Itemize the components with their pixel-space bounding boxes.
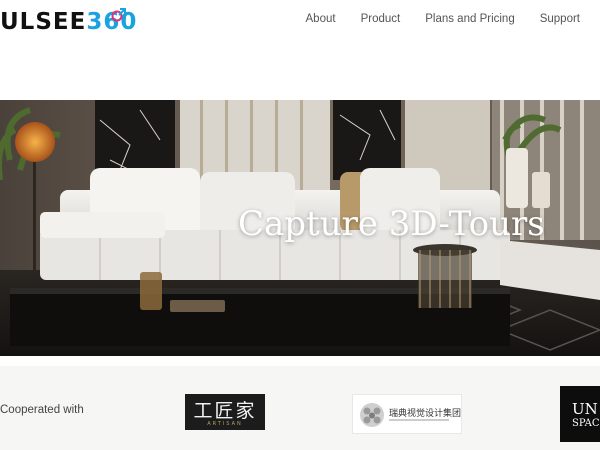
partner-logo-design-group-text: 瑞典视觉设计集团	[389, 409, 462, 419]
nav-about[interactable]: About	[306, 13, 336, 25]
partner-logo-unspace[interactable]: UN SPAC	[560, 386, 600, 442]
nav-plans-pricing[interactable]: Plans and Pricing	[425, 13, 515, 25]
nav-support[interactable]: Support	[540, 13, 580, 25]
partner-logo-artisan[interactable]: 工匠家 ARTISAN	[185, 394, 265, 430]
partner-logo-unspace-line1: UN	[572, 400, 598, 418]
brand-logo[interactable]: ULSEE 360	[0, 8, 137, 36]
nav-product[interactable]: Product	[361, 13, 401, 25]
partner-logo-unspace-line2: SPAC	[572, 418, 600, 429]
hero-banner: Capture 3D-Tours	[0, 100, 600, 356]
site-header: ULSEE 360 About Product Plans and Pricing…	[0, 0, 600, 44]
partners-strip: Cooperated with 工匠家 ARTISAN 瑞典视觉设计集团 UN …	[0, 366, 600, 450]
logo-orbit-icon	[111, 8, 126, 22]
main-nav: About Product Plans and Pricing Support	[281, 13, 580, 25]
partner-logo-design-group-tagline-line	[389, 419, 449, 421]
partner-logo-artisan-text: 工匠家	[193, 400, 257, 422]
cooperated-with-label: Cooperated with	[0, 404, 84, 416]
logo-text: ULSEE	[0, 9, 87, 35]
partner-logo-design-group[interactable]: 瑞典视觉设计集团	[352, 394, 462, 434]
partner-logo-artisan-sub: ARTISAN	[207, 421, 243, 427]
design-group-emblem-icon	[360, 403, 384, 427]
hero-title: Capture 3D-Tours	[238, 204, 545, 244]
